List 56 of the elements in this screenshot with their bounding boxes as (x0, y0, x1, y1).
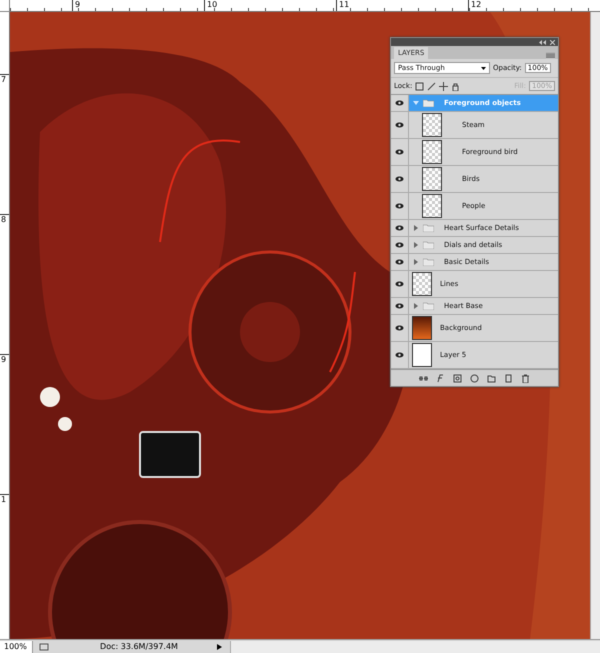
layer-thumbnail (422, 167, 442, 191)
ruler-label: 9 (72, 0, 204, 11)
layer-thumbnail (412, 272, 432, 296)
eye-icon[interactable] (395, 259, 404, 265)
eye-icon[interactable] (395, 225, 404, 231)
fx-icon[interactable] (436, 374, 445, 382)
eye-icon[interactable] (395, 303, 404, 309)
disclosure-triangle-icon[interactable] (413, 225, 419, 231)
ruler-label: 9 (0, 354, 9, 494)
folder-icon (423, 241, 434, 249)
lock-transparency-icon[interactable] (415, 82, 424, 90)
document-size: Doc: 33.6M/397.4M (99, 642, 179, 651)
folder-icon (423, 302, 434, 310)
disclosure-triangle-icon[interactable] (413, 242, 419, 248)
folder-icon (423, 224, 434, 232)
ruler-label: 1 (0, 494, 9, 634)
eye-icon[interactable] (395, 242, 404, 248)
play-icon[interactable] (217, 644, 222, 650)
disclosure-triangle-icon[interactable] (413, 303, 419, 309)
new-layer-icon[interactable] (504, 374, 513, 382)
eye-icon[interactable] (395, 325, 404, 331)
caret-icon (481, 66, 486, 70)
brush-icon[interactable] (427, 82, 436, 90)
adjustment-icon[interactable] (470, 374, 479, 382)
mask-icon[interactable] (453, 374, 462, 382)
image-thumbnail (412, 316, 432, 340)
ruler-label: 11 (336, 0, 468, 11)
horizontal-scrollbar[interactable] (230, 640, 600, 652)
layer-thumbnail (422, 140, 442, 164)
eye-icon[interactable] (395, 203, 404, 209)
move-icon[interactable] (439, 82, 448, 90)
eye-icon[interactable] (395, 100, 404, 106)
vertical-scrollbar[interactable] (590, 12, 600, 639)
ruler-label: 8 (0, 214, 9, 354)
trash-icon[interactable] (521, 374, 530, 382)
layer-thumbnail (422, 113, 442, 137)
lock-icon[interactable] (451, 82, 460, 90)
eye-icon[interactable] (395, 176, 404, 182)
eye-icon[interactable] (395, 149, 404, 155)
layer-thumbnail (412, 343, 432, 367)
eye-icon[interactable] (395, 352, 404, 358)
eye-icon[interactable] (395, 281, 404, 287)
panel-menu-icon[interactable] (546, 53, 555, 59)
zoom-field[interactable]: 100% (0, 640, 33, 652)
folder-icon (423, 258, 434, 266)
layer-thumbnail (422, 194, 442, 218)
folder-icon[interactable] (487, 374, 496, 382)
page-icon[interactable] (39, 642, 49, 650)
ruler-label: 12 (468, 0, 600, 11)
ruler-label: 10 (204, 0, 336, 11)
close-icon[interactable] (550, 40, 555, 44)
ruler-label: 7 (0, 74, 9, 214)
link-icon[interactable] (419, 374, 428, 382)
folder-icon (423, 99, 434, 107)
eye-icon[interactable] (395, 122, 404, 128)
disclosure-triangle-icon[interactable] (413, 259, 419, 265)
